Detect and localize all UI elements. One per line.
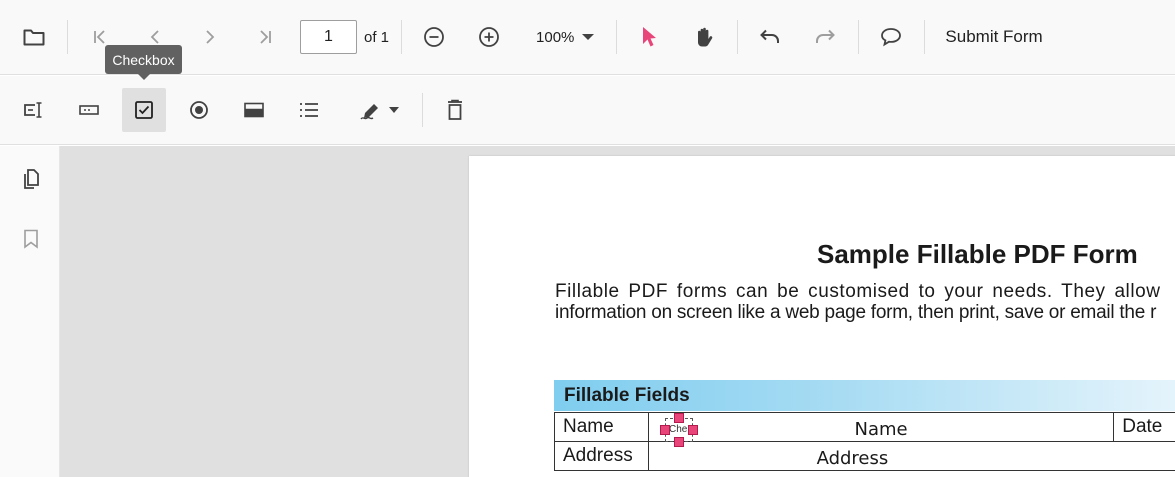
password-field-icon bbox=[79, 105, 99, 115]
navigation-sidebar bbox=[0, 146, 60, 477]
resize-handle-left[interactable] bbox=[660, 425, 670, 435]
checkbox-field-label: Che bbox=[669, 424, 688, 435]
redo-icon bbox=[816, 29, 836, 43]
zoom-in-button[interactable] bbox=[467, 15, 511, 59]
name-field[interactable]: Name bbox=[647, 412, 1115, 442]
textbox-field-button[interactable] bbox=[12, 88, 56, 132]
description-line-2: information on screen like a web page fo… bbox=[555, 302, 1157, 323]
section-header: Fillable Fields bbox=[554, 380, 1175, 411]
toolbar-separator bbox=[924, 20, 926, 54]
document-title: Sample Fillable PDF Form bbox=[817, 239, 1138, 269]
toolbar-separator bbox=[401, 20, 403, 54]
document-viewer[interactable]: Sample Fillable PDF Form Fillable PDF fo… bbox=[60, 146, 1175, 477]
dropdown-field-button[interactable] bbox=[232, 88, 276, 132]
listbox-field-button[interactable] bbox=[287, 88, 331, 132]
comment-button[interactable] bbox=[869, 15, 913, 59]
toolbar-separator bbox=[737, 20, 739, 54]
copy-pages-icon bbox=[24, 169, 39, 189]
pointer-icon bbox=[643, 27, 657, 47]
date-label: Date bbox=[1113, 412, 1175, 442]
checkbox-form-field[interactable]: Che bbox=[660, 413, 698, 447]
toolbar-separator bbox=[422, 93, 423, 127]
chevron-right-icon bbox=[206, 30, 215, 44]
resize-handle-top[interactable] bbox=[674, 413, 684, 423]
document-description: Fillable PDF forms can be customised to … bbox=[555, 281, 1175, 323]
resize-handle-bottom[interactable] bbox=[674, 437, 684, 447]
signature-pen-icon bbox=[360, 104, 378, 120]
delete-field-button[interactable] bbox=[433, 88, 477, 132]
form-designer-toolbar bbox=[0, 76, 1175, 145]
open-file-button[interactable] bbox=[12, 15, 56, 59]
zoom-in-icon bbox=[479, 27, 499, 47]
folder-icon bbox=[23, 29, 45, 46]
toolbar-separator bbox=[616, 20, 618, 54]
address-field[interactable]: Address bbox=[647, 441, 1175, 471]
description-line-1: Fillable PDF forms can be customised to … bbox=[555, 281, 1161, 302]
pan-tool-button[interactable] bbox=[682, 15, 726, 59]
checkbox-field-button[interactable] bbox=[122, 88, 166, 132]
password-field-button[interactable] bbox=[67, 88, 111, 132]
zoom-out-icon bbox=[424, 27, 444, 47]
submit-form-button[interactable]: Submit Form bbox=[935, 15, 1052, 59]
toolbar-separator bbox=[858, 20, 860, 54]
table-row: Name Name Date bbox=[554, 412, 1175, 442]
zoom-dropdown[interactable]: 100% bbox=[528, 15, 602, 59]
page-number-input[interactable] bbox=[300, 20, 357, 54]
checkbox-tooltip: Checkbox bbox=[105, 45, 182, 80]
textbox-field-icon bbox=[24, 102, 42, 118]
zoom-value: 100% bbox=[536, 28, 575, 46]
form-fields-table: Name Name Date Address Address bbox=[554, 412, 1175, 471]
select-tool-button[interactable] bbox=[627, 15, 671, 59]
dropdown-field-icon bbox=[244, 102, 264, 118]
first-page-icon bbox=[94, 30, 105, 44]
table-row: Address Address bbox=[554, 441, 1175, 471]
last-page-button[interactable] bbox=[243, 15, 287, 59]
checkbox-icon bbox=[135, 101, 153, 119]
chevron-left-icon bbox=[150, 30, 159, 44]
name-label: Name bbox=[554, 412, 649, 442]
undo-icon bbox=[760, 29, 780, 43]
comment-icon bbox=[881, 28, 902, 47]
bookmark-icon bbox=[24, 229, 38, 249]
address-label: Address bbox=[554, 441, 649, 471]
last-page-icon bbox=[260, 30, 271, 44]
caret-down-icon bbox=[582, 34, 595, 40]
next-page-button[interactable] bbox=[188, 15, 232, 59]
trash-icon bbox=[448, 99, 462, 120]
pdf-page: Sample Fillable PDF Form Fillable PDF fo… bbox=[469, 156, 1175, 477]
caret-down-icon bbox=[389, 107, 399, 113]
toolbar-separator bbox=[67, 20, 68, 54]
zoom-out-button[interactable] bbox=[412, 15, 456, 59]
page-thumbnails-button[interactable] bbox=[16, 164, 46, 194]
list-icon bbox=[300, 103, 318, 117]
radio-button-field-button[interactable] bbox=[177, 88, 221, 132]
signature-field-dropdown[interactable] bbox=[350, 99, 408, 121]
page-count-label: of 1 bbox=[364, 28, 390, 46]
redo-button[interactable] bbox=[803, 15, 847, 59]
radio-button-icon bbox=[190, 101, 208, 119]
resize-handle-right[interactable] bbox=[688, 425, 698, 435]
bookmarks-button[interactable] bbox=[16, 224, 46, 254]
hand-icon bbox=[698, 27, 713, 47]
undo-button[interactable] bbox=[748, 15, 792, 59]
